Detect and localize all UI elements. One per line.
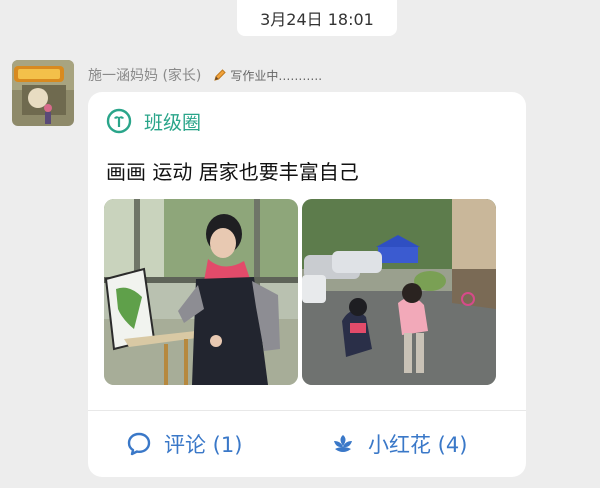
sender-line: 施一涵妈妈 (家长) 写作业中………..	[88, 64, 322, 86]
comment-label: 评论 (1)	[164, 433, 243, 457]
outdoor-photo-image	[302, 199, 496, 385]
avatar[interactable]	[12, 60, 74, 126]
pencil-icon	[214, 69, 227, 81]
sender-status: 写作业中………..	[213, 67, 322, 84]
sender-name[interactable]: 施一涵妈妈 (家长)	[88, 65, 201, 85]
comment-icon	[127, 432, 151, 456]
outdoor-photo[interactable]	[302, 199, 496, 385]
red-flower-button[interactable]: 小红花 (4)	[330, 426, 467, 462]
painting-photo[interactable]	[104, 199, 298, 385]
card-header: 班级圈	[106, 106, 201, 136]
comment-button[interactable]: 评论 (1)	[126, 426, 242, 462]
painting-photo-image	[104, 199, 298, 385]
post-text: 画画 运动 居家也要丰富自己	[106, 160, 359, 184]
flower-icon	[334, 435, 352, 452]
card-divider	[88, 410, 526, 411]
flower-label: 小红花 (4)	[368, 433, 468, 457]
class-circle-icon	[106, 108, 132, 134]
channel-label: 班级圈	[144, 111, 202, 134]
chat-timestamp: 3月24日 18:01	[237, 0, 397, 36]
avatar-image	[12, 60, 74, 126]
status-text: 写作业中………..	[230, 68, 323, 83]
class-circle-card[interactable]: 班级圈 画画 运动 居家也要丰富自己 评论 (1) 小红花 (4)	[88, 92, 526, 477]
